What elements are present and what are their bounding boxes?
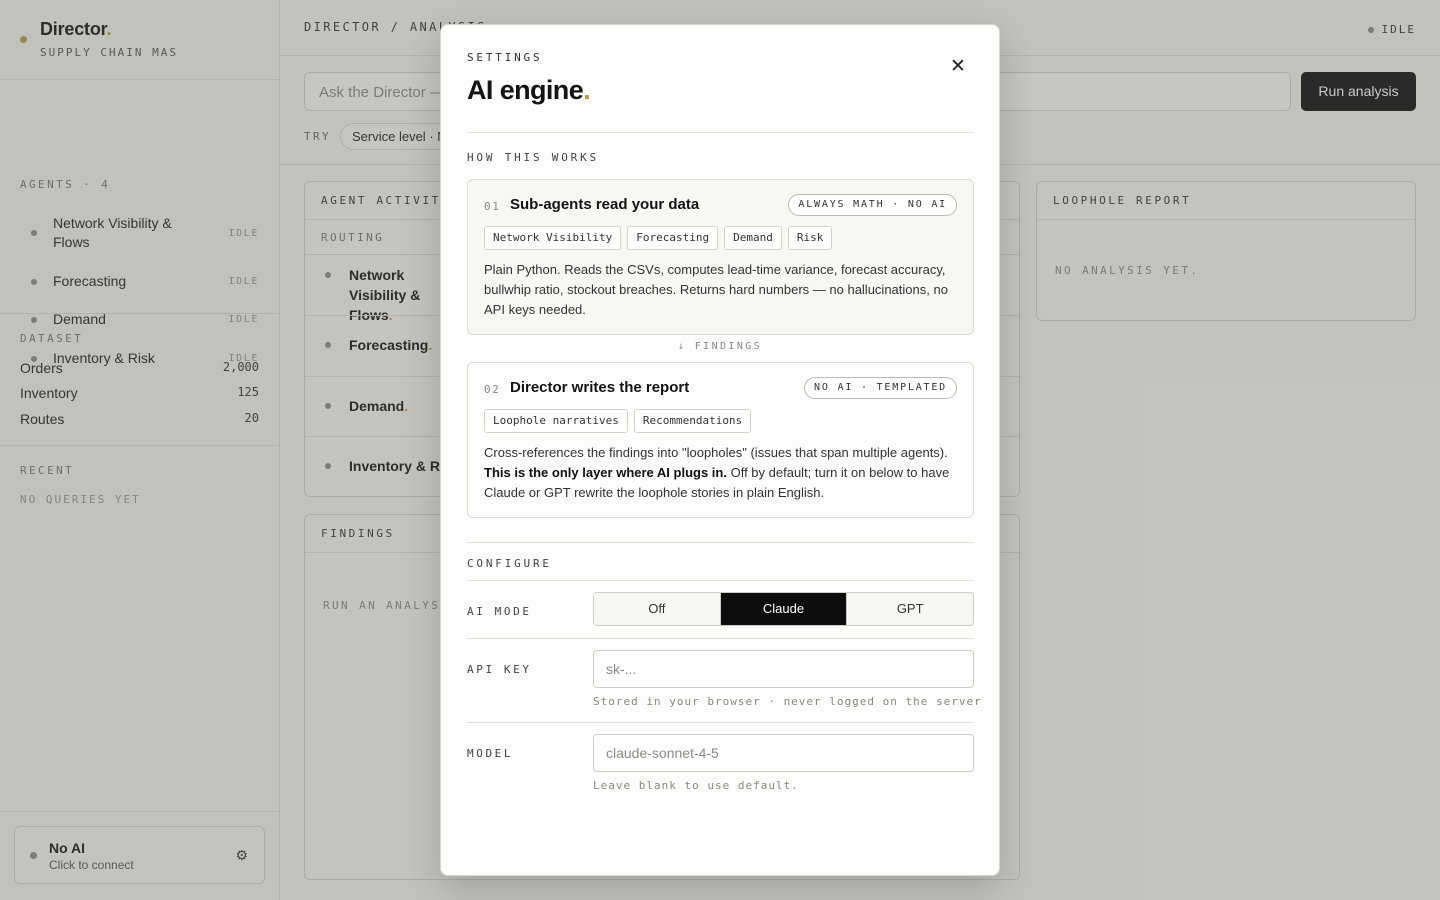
divider — [467, 638, 974, 639]
step-card-sub-agents: 01 Sub-agents read your data ALWAYS MATH… — [467, 179, 974, 335]
ai-mode-label: AI MODE — [467, 605, 532, 618]
findings-arrow-label: ↓ FINDINGS — [677, 341, 763, 352]
step-description: Plain Python. Reads the CSVs, computes l… — [484, 262, 948, 317]
step-card-director: 02 Director writes the report NO AI · TE… — [467, 362, 974, 518]
tag: Risk — [787, 226, 833, 250]
how-it-works-label: HOW THIS WORKS — [467, 151, 599, 164]
step-number: 01 — [484, 200, 501, 213]
ai-mode-segmented-control: Off Claude GPT — [593, 592, 974, 626]
ai-mode-off-option[interactable]: Off — [594, 593, 721, 625]
divider — [467, 580, 974, 581]
model-label: MODEL — [467, 747, 514, 760]
step-description: Cross-references the findings into "loop… — [484, 445, 950, 500]
step-title: Director writes the report — [510, 379, 690, 396]
close-icon[interactable]: ✕ — [946, 55, 970, 79]
api-key-input[interactable] — [593, 650, 974, 688]
step-badge: ALWAYS MATH · NO AI — [788, 194, 957, 216]
step-badge: NO AI · TEMPLATED — [804, 377, 957, 399]
settings-modal: SETTINGS AI engine. ✕ HOW THIS WORKS 01 … — [440, 24, 1000, 876]
modal-eyebrow: SETTINGS — [467, 51, 543, 64]
tag-list: Network Visibility Forecasting Demand Ri… — [484, 226, 833, 250]
api-key-label: API KEY — [467, 663, 532, 676]
configure-label: CONFIGURE — [467, 557, 552, 570]
ai-mode-gpt-option[interactable]: GPT — [847, 593, 973, 625]
tag: Network Visibility — [484, 226, 622, 250]
divider — [467, 132, 974, 133]
divider — [467, 722, 974, 723]
step-title: Sub-agents read your data — [510, 196, 700, 213]
modal-title: AI engine. — [467, 75, 591, 105]
tag: Demand — [724, 226, 782, 250]
tag: Forecasting — [627, 226, 719, 250]
tag: Loophole narratives — [484, 409, 628, 433]
model-input[interactable] — [593, 734, 974, 772]
step-number: 02 — [484, 383, 501, 396]
api-key-help: Stored in your browser · never logged on… — [593, 695, 982, 708]
divider — [467, 542, 974, 543]
model-help: Leave blank to use default. — [593, 779, 799, 792]
tag: Recommendations — [633, 409, 752, 433]
ai-mode-claude-option[interactable]: Claude — [720, 593, 848, 625]
tag-list: Loophole narratives Recommendations — [484, 409, 752, 433]
